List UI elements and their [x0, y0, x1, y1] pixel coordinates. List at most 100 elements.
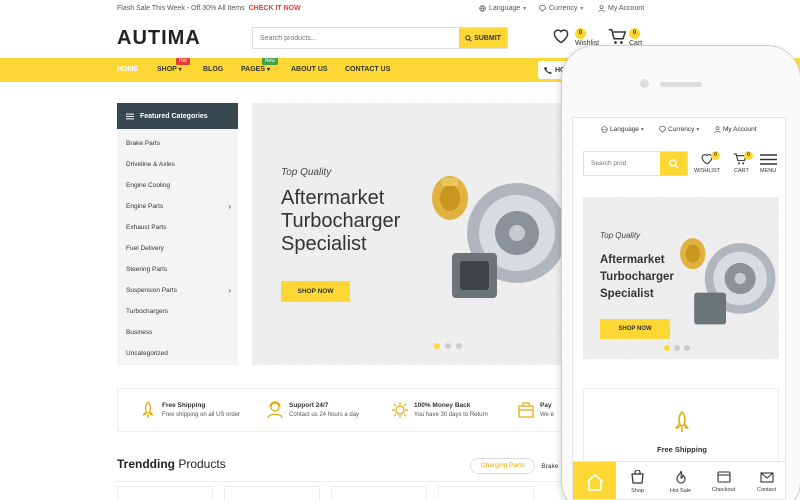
list-icon: [126, 113, 134, 119]
globe-icon: [479, 5, 486, 12]
mobile-account-link[interactable]: My Account: [714, 126, 757, 133]
my-account-link[interactable]: My Account: [598, 5, 644, 12]
slider-dot-active[interactable]: [434, 343, 440, 349]
chevron-right-icon: ›: [228, 286, 231, 295]
tab-brake[interactable]: Brake: [541, 463, 558, 470]
mobile-search-bar: [583, 151, 688, 176]
rocket-icon: [675, 410, 689, 432]
slider-dot[interactable]: [445, 343, 451, 349]
credit-card-icon: [716, 471, 731, 483]
nav-item-home[interactable]: HOME: [117, 66, 138, 73]
mobile-nav-checkout[interactable]: Checkout: [702, 462, 745, 499]
mobile-nav-contact[interactable]: Contact: [745, 462, 785, 499]
nav-item-contact[interactable]: CONTACT US: [345, 66, 390, 73]
mobile-nav-label: Checkout: [711, 487, 736, 493]
category-label: Steering Parts: [126, 266, 168, 273]
category-label: Uncategorized: [126, 350, 168, 357]
category-item[interactable]: Turbochargers: [126, 308, 231, 315]
mobile-nav-hot-sale[interactable]: Hot Sale: [659, 462, 702, 499]
mobile-cart-count: 0: [744, 151, 753, 160]
mobile-shop-now-button[interactable]: SHOP NOW: [600, 319, 670, 339]
category-item[interactable]: Uncategorized: [126, 350, 231, 357]
mobile-wishlist-link[interactable]: 0 WISHLIST: [694, 151, 722, 175]
my-account-label: My Account: [608, 5, 645, 12]
category-item[interactable]: Steering Parts: [126, 266, 231, 273]
chevron-down-icon: ▾: [523, 6, 527, 12]
cart-count-badge: 0: [629, 28, 640, 39]
flash-sale-link[interactable]: CHECK IT NOW: [249, 5, 301, 12]
currency-dropdown[interactable]: Currency ▾: [539, 5, 583, 12]
nav-item-shop-label: SHOP: [157, 66, 177, 73]
category-item[interactable]: Engine Parts ›: [126, 202, 231, 211]
featured-categories-panel: Featured Categories Brake Parts Drivelin…: [117, 103, 238, 365]
mobile-slider-dots: [664, 345, 690, 351]
trending-tabs: Charging Parts Brake: [470, 458, 558, 474]
trending-title-bold: Trendding: [117, 457, 175, 471]
mobile-language-label: Language: [610, 126, 639, 133]
phone-icon: [544, 66, 552, 74]
rocket-icon: [142, 401, 154, 418]
categories-header: Featured Categories: [117, 103, 238, 129]
services-bar: Free Shipping Free shipping on all US or…: [117, 388, 577, 432]
product-card[interactable]: [438, 486, 534, 500]
mobile-wishlist-count: 0: [711, 151, 720, 160]
search-submit-label: SUBMIT: [474, 34, 501, 42]
slider-dot[interactable]: [456, 343, 462, 349]
category-item[interactable]: Business: [126, 329, 231, 336]
chevron-down-icon: ▾: [178, 67, 182, 73]
slider-dot[interactable]: [674, 345, 680, 351]
search-input[interactable]: [253, 28, 461, 48]
category-item[interactable]: Driveline & Axles: [126, 161, 231, 168]
category-item[interactable]: Suspension Parts ›: [126, 286, 231, 295]
category-item[interactable]: Brake Parts: [126, 140, 231, 147]
mobile-language-dropdown[interactable]: Language ▾: [601, 126, 644, 133]
product-card[interactable]: [224, 486, 320, 500]
mobile-cart-link[interactable]: 0 CART: [731, 151, 753, 175]
mobile-search-button[interactable]: [660, 152, 687, 175]
nav-item-blog[interactable]: BLOG: [203, 66, 223, 73]
tab-charging-parts[interactable]: Charging Parts: [470, 458, 536, 474]
category-label: Fuel Delivery: [126, 245, 164, 252]
search-bar: SUBMIT: [252, 27, 508, 49]
mobile-search-input[interactable]: [584, 152, 662, 175]
slider-dot[interactable]: [684, 345, 690, 351]
category-label: Driveline & Axles: [126, 161, 175, 168]
product-card[interactable]: [117, 486, 213, 500]
site-logo[interactable]: AUTIMA: [117, 27, 201, 50]
mobile-service-title: Free Shipping: [656, 445, 707, 454]
hot-tag: Hot: [176, 58, 190, 65]
mobile-wishlist-label: WISHLIST: [694, 168, 720, 174]
category-item[interactable]: Engine Cooling: [126, 182, 231, 189]
service-desc: Contact us 24 hours a day: [289, 412, 360, 418]
new-tag: New: [262, 58, 279, 65]
mobile-hero-banner: Top Quality Aftermarket Turbocharger Spe…: [583, 197, 779, 359]
envelope-icon: [759, 471, 774, 483]
language-dropdown[interactable]: Language ▾: [479, 5, 526, 12]
nav-item-pages[interactable]: PAGES ▾: [241, 66, 270, 73]
chevron-right-icon: ›: [228, 202, 231, 211]
hamburger-icon: [760, 154, 777, 165]
nav-item-about[interactable]: ABOUT US: [291, 66, 328, 73]
mobile-nav-shop[interactable]: Shop: [616, 462, 659, 499]
category-item[interactable]: Fuel Delivery: [126, 245, 231, 252]
phone-speaker: [660, 82, 702, 87]
shop-now-button[interactable]: SHOP NOW: [281, 281, 350, 302]
search-submit-button[interactable]: SUBMIT: [459, 28, 507, 48]
mobile-home-button[interactable]: [573, 462, 616, 499]
globe-icon: [601, 126, 608, 133]
service-desc: We e: [540, 412, 554, 418]
mobile-currency-dropdown[interactable]: Currency ▾: [659, 126, 699, 133]
mobile-menu-button[interactable]: MENU: [758, 152, 780, 176]
nav-item-shop[interactable]: SHOP ▾: [157, 66, 182, 73]
product-card[interactable]: [331, 486, 427, 500]
home-icon: [585, 473, 604, 491]
service-desc: You have 30 days to Return: [414, 412, 488, 418]
mobile-screen: Language ▾ Currency ▾ My Account 0 WISHL…: [572, 117, 786, 500]
mobile-banner-title: Aftermarket Turbocharger Specialist: [600, 254, 674, 300]
slider-dot-active[interactable]: [664, 345, 670, 351]
mobile-cart-label: CART: [734, 168, 749, 174]
mobile-nav-label: Hot Sale: [669, 488, 692, 494]
category-label: Business: [126, 329, 153, 336]
category-item[interactable]: Exhaust Parts: [126, 224, 231, 231]
category-label: Brake Parts: [126, 140, 160, 147]
